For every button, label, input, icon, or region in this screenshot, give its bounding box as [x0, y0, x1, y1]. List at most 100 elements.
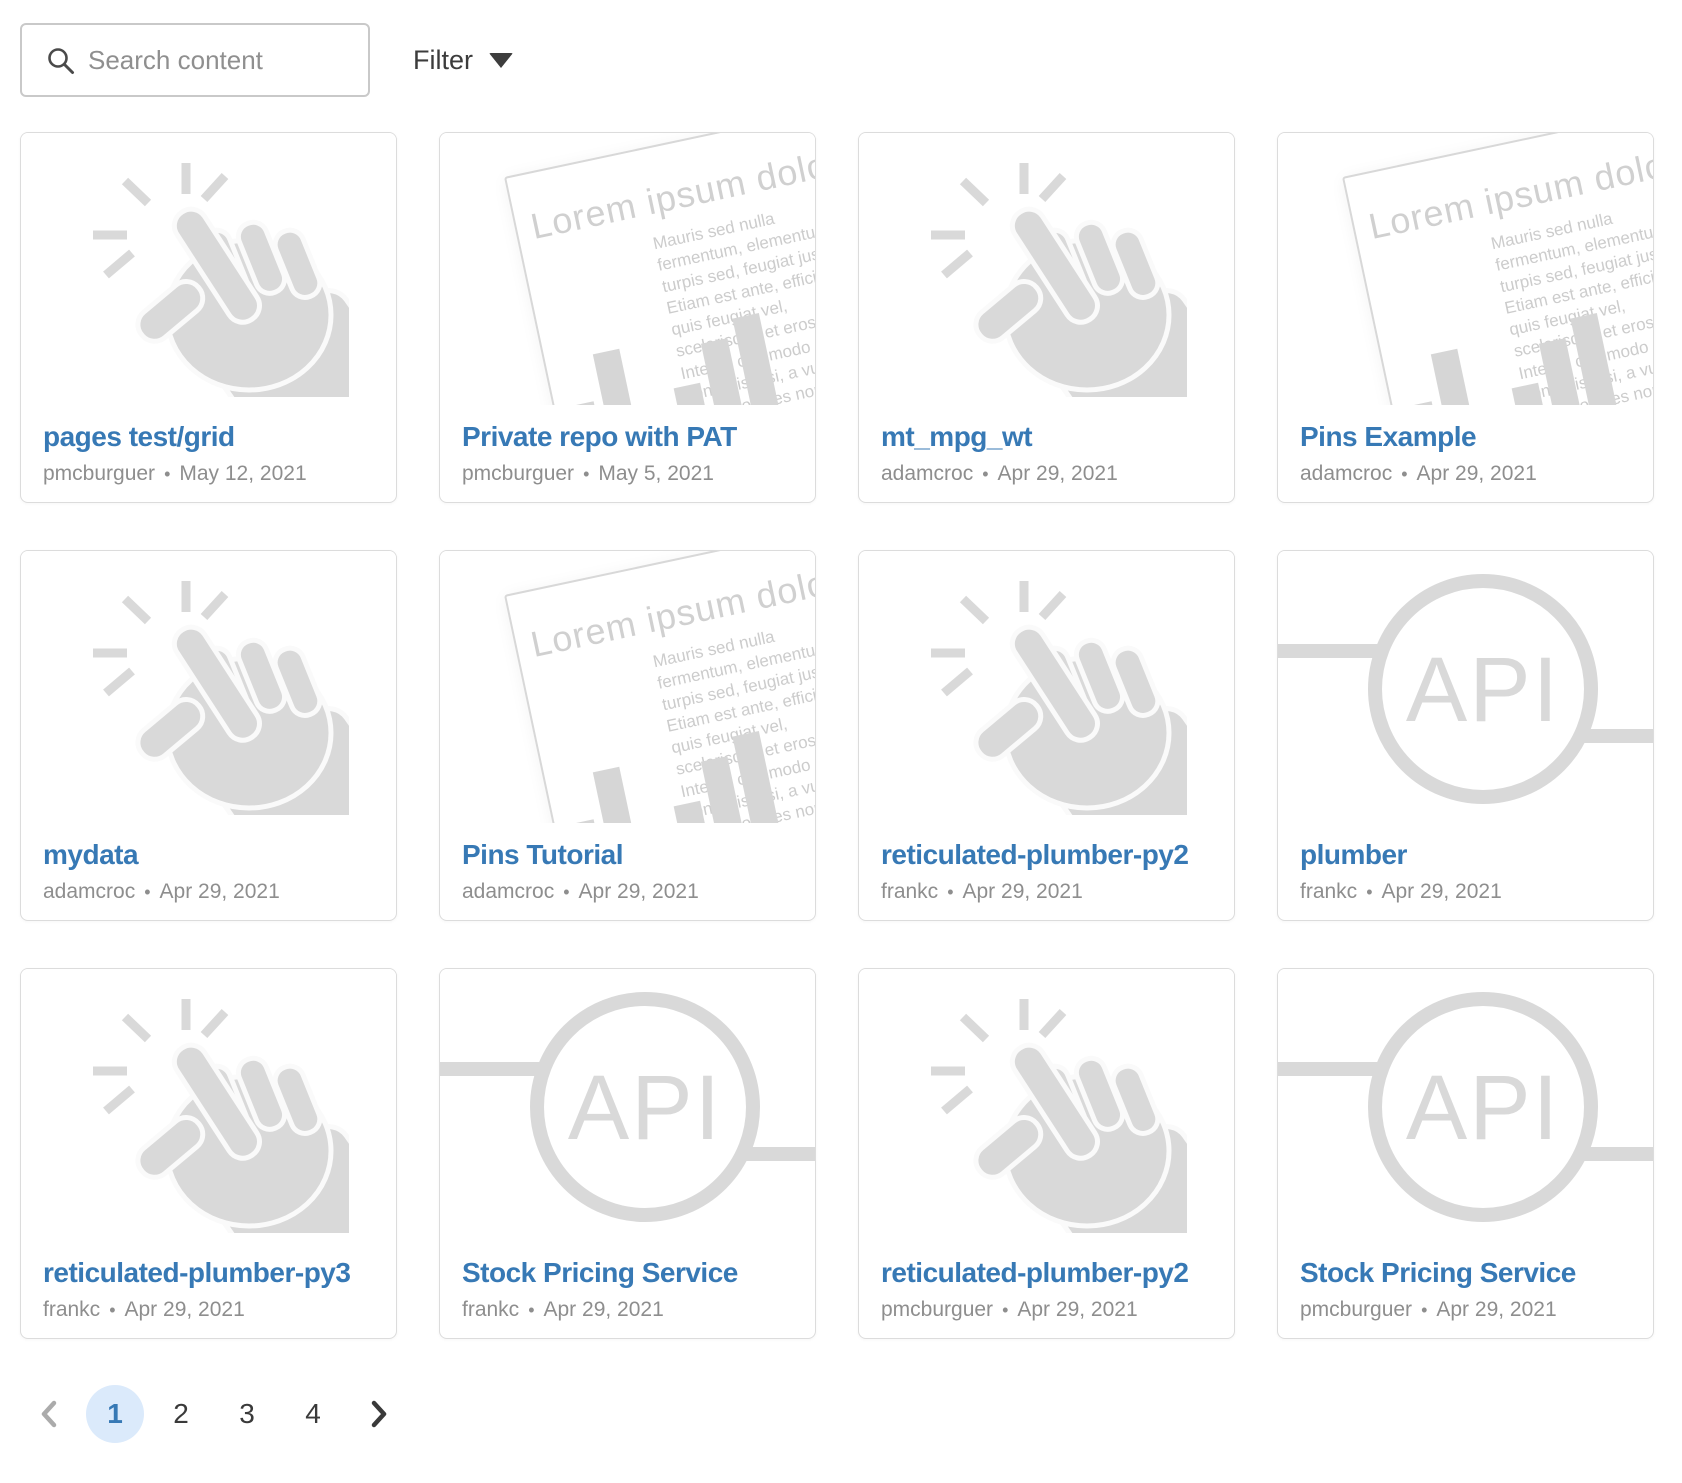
card-title-link[interactable]: mydata: [43, 839, 376, 871]
page-button-1[interactable]: 1: [86, 1385, 144, 1443]
card-title-link[interactable]: Stock Pricing Service: [1300, 1257, 1633, 1289]
byline-separator: •: [1366, 882, 1372, 902]
card-date: May 5, 2021: [598, 462, 714, 485]
byline-separator: •: [109, 1300, 115, 1320]
content-card: pages test/grid pmcburguer • May 12, 2021: [20, 132, 397, 503]
api-label: API: [1406, 639, 1560, 741]
card-byline: pmcburguer • May 5, 2021: [462, 462, 795, 486]
click-hand-icon: [907, 147, 1187, 397]
card-title-link[interactable]: reticulated-plumber-py2: [881, 1257, 1214, 1289]
card-title-link[interactable]: reticulated-plumber-py2: [881, 839, 1214, 871]
card-title-link[interactable]: plumber: [1300, 839, 1633, 871]
content-card: reticulated-plumber-py3 frankc • Apr 29, 2…: [20, 968, 397, 1339]
card-author: adamcroc: [43, 880, 135, 903]
card-thumbnail[interactable]: [21, 551, 396, 823]
api-label: API: [1406, 1057, 1560, 1159]
card-date: Apr 29, 2021: [544, 1298, 664, 1321]
card-title-link[interactable]: Pins Tutorial: [462, 839, 795, 871]
card-thumbnail[interactable]: Lorem ipsum dolor Mauris sed nullafermen…: [440, 551, 815, 823]
byline-separator: •: [982, 464, 988, 484]
content-card: API plumber frankc • Apr 29, 2021: [1277, 550, 1654, 921]
document-preview: Lorem ipsum dolor Mauris sed nullafermen…: [504, 133, 815, 405]
api-icon: API: [1278, 969, 1653, 1241]
card-byline: frankc•Apr 29, 2021: [462, 1298, 795, 1322]
card-date: Apr 29, 2021: [579, 880, 699, 903]
content-card: Lorem ipsum dolor Mauris sed nullafermen…: [1277, 132, 1654, 503]
card-thumbnail[interactable]: [21, 133, 396, 405]
document-preview: Lorem ipsum dolor Mauris sed nullafermen…: [504, 551, 815, 823]
card-thumbnail[interactable]: API: [440, 969, 815, 1241]
byline-separator: •: [164, 464, 170, 484]
card-author: adamcroc: [1300, 462, 1392, 485]
filter-label: Filter: [413, 45, 473, 76]
card-title-link[interactable]: pages test/grid: [43, 421, 376, 453]
card-title-link[interactable]: reticulated-plumber-py3: [43, 1257, 376, 1289]
card-thumbnail[interactable]: Lorem ipsum dolor Mauris sed nullafermen…: [440, 133, 815, 405]
api-label: API: [568, 1057, 722, 1159]
card-thumbnail[interactable]: [859, 969, 1234, 1241]
next-page-button[interactable]: [350, 1385, 408, 1443]
card-byline: pmcburguer • May 12, 2021: [43, 462, 376, 486]
content-card: mt_mpg_wt adamcroc • Apr 29, 2021: [858, 132, 1235, 503]
content-card: Lorem ipsum dolor Mauris sed nullafermen…: [439, 550, 816, 921]
card-byline: frankc • Apr 29, 2021: [43, 1298, 376, 1322]
card-thumbnail[interactable]: API: [1278, 551, 1653, 823]
card-thumbnail[interactable]: API: [1278, 969, 1653, 1241]
content-card: API Stock Pricing Service frankc•Apr 29,…: [439, 968, 816, 1339]
byline-separator: •: [1002, 1300, 1008, 1320]
card-author: pmcburguer: [1300, 1298, 1412, 1321]
card-date: Apr 29, 2021: [963, 880, 1083, 903]
byline-separator: •: [563, 882, 569, 902]
page-button-2[interactable]: 2: [152, 1385, 210, 1443]
card-date: Apr 29, 2021: [125, 1298, 245, 1321]
card-author: pmcburguer: [43, 462, 155, 485]
api-icon: API: [440, 969, 815, 1241]
card-byline: adamcroc•Apr 29, 2021: [462, 880, 795, 904]
byline-separator: •: [583, 464, 589, 484]
card-date: Apr 29, 2021: [1382, 880, 1502, 903]
card-author: frankc: [881, 880, 938, 903]
card-title-link[interactable]: Stock Pricing Service: [462, 1257, 795, 1289]
pagination: 1234: [20, 1385, 1682, 1443]
card-date: Apr 29, 2021: [160, 880, 280, 903]
card-thumbnail[interactable]: [859, 133, 1234, 405]
card-byline: adamcroc•Apr 29, 2021: [1300, 462, 1633, 486]
card-thumbnail[interactable]: Lorem ipsum dolor Mauris sed nullafermen…: [1278, 133, 1653, 405]
previous-page-button[interactable]: [20, 1385, 78, 1443]
toolbar: Filter: [20, 23, 1682, 97]
byline-separator: •: [947, 882, 953, 902]
card-byline: frankc • Apr 29, 2021: [1300, 880, 1633, 904]
card-title-link[interactable]: Pins Example: [1300, 421, 1633, 453]
card-title-link[interactable]: Private repo with PAT: [462, 421, 795, 453]
card-thumbnail[interactable]: [21, 969, 396, 1241]
card-byline: adamcroc • Apr 29, 2021: [881, 462, 1214, 486]
pagination-pages: 1234: [86, 1385, 350, 1443]
byline-separator: •: [144, 882, 150, 902]
card-title-link[interactable]: mt_mpg_wt: [881, 421, 1214, 453]
document-preview: Lorem ipsum dolor Mauris sed nullafermen…: [1342, 133, 1653, 405]
card-byline: frankc • Apr 29, 2021: [881, 880, 1214, 904]
content-card: reticulated-plumber-py2 frankc • Apr 29, 2…: [858, 550, 1235, 921]
click-hand-icon: [69, 983, 349, 1233]
card-byline: pmcburguer•Apr 29, 2021: [881, 1298, 1214, 1322]
content-card: mydata adamcroc • Apr 29, 2021: [20, 550, 397, 921]
card-author: pmcburguer: [462, 462, 574, 485]
page-button-4[interactable]: 4: [284, 1385, 342, 1443]
card-thumbnail[interactable]: [859, 551, 1234, 823]
card-author: pmcburguer: [881, 1298, 993, 1321]
click-hand-icon: [69, 147, 349, 397]
chevron-right-icon: [368, 1399, 390, 1429]
caret-down-icon: [489, 53, 513, 68]
chevron-left-icon: [38, 1399, 60, 1429]
card-date: May 12, 2021: [179, 462, 306, 485]
page-button-3[interactable]: 3: [218, 1385, 276, 1443]
card-date: Apr 29, 2021: [1417, 462, 1537, 485]
filter-dropdown[interactable]: Filter: [413, 45, 513, 76]
card-author: adamcroc: [881, 462, 973, 485]
byline-separator: •: [1421, 1300, 1427, 1320]
card-byline: pmcburguer•Apr 29, 2021: [1300, 1298, 1633, 1322]
card-date: Apr 29, 2021: [998, 462, 1118, 485]
card-author: frankc: [43, 1298, 100, 1321]
click-hand-icon: [69, 565, 349, 815]
card-author: frankc: [1300, 880, 1357, 903]
